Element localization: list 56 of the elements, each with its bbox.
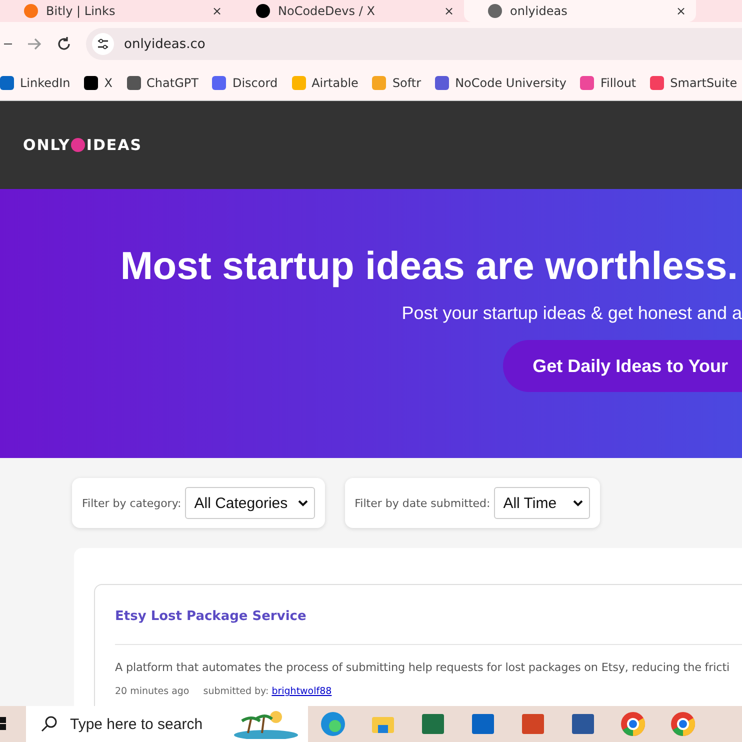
search-icon	[40, 715, 58, 733]
filter-dropdown[interactable]: All Time	[494, 487, 590, 519]
bookmark-icon	[84, 76, 98, 90]
site-icon	[488, 4, 502, 18]
close-icon[interactable]: ×	[444, 4, 454, 18]
bookmark-icon	[580, 76, 594, 90]
chevron-down-icon	[298, 500, 308, 506]
browser-tab[interactable]: onlyideas ×	[464, 0, 696, 22]
chrome-browser-icon[interactable]	[620, 711, 646, 737]
bookmark-icon	[435, 76, 450, 90]
filter-label: Filter by category:	[82, 496, 182, 510]
bookmark-icon	[0, 76, 14, 90]
close-icon[interactable]: ×	[676, 4, 686, 18]
bookmark[interactable]: LinkedIn	[0, 76, 70, 90]
mail-app-icon[interactable]	[470, 711, 496, 737]
idea-time: 20 minutes ago	[115, 686, 190, 697]
spreadsheet-app-icon[interactable]	[420, 711, 446, 737]
site-icon	[24, 4, 38, 18]
bookmark[interactable]: Discord	[212, 76, 278, 90]
filter-dropdown[interactable]: All Categories	[185, 487, 315, 519]
address-bar[interactable]: onlyideas.co	[86, 28, 742, 60]
idea-description: A platform that automates the process of submitting help requests for lost packages on Etsy, reducing the fricti	[115, 661, 731, 674]
slides-app-icon[interactable]	[520, 711, 546, 737]
filter-label: Filter by date submitted:	[354, 496, 490, 510]
bookmark[interactable]: X	[84, 76, 113, 90]
author-link[interactable]: brightwolf88	[272, 686, 332, 697]
bookmark[interactable]: ChatGPT	[126, 76, 198, 90]
browser-tab[interactable]: Bitly | Links ×	[0, 0, 232, 22]
site-logo[interactable]: ONLY IDEAS	[23, 136, 142, 154]
chevron-down-icon	[573, 500, 584, 506]
beach-island-drawing	[232, 709, 300, 739]
chrome-browser-icon[interactable]	[670, 711, 696, 737]
idea-title[interactable]: Etsy Lost Package Service	[115, 609, 742, 645]
bookmark-icon	[212, 76, 226, 90]
bookmark[interactable]: SmartSuite	[650, 76, 738, 90]
taskbar-search-field[interactable]: Type here to search	[26, 706, 308, 742]
subscribe-button[interactable]: Get Daily Ideas to Your	[502, 340, 742, 392]
edge-browser-icon[interactable]	[320, 711, 346, 737]
close-icon[interactable]: ×	[212, 4, 222, 18]
bookmark[interactable]: Airtable	[292, 76, 358, 90]
site-settings-icon[interactable]	[92, 33, 114, 55]
bookmark-icon	[650, 76, 664, 90]
hero-title: Most startup ideas are worthless.	[120, 245, 738, 289]
hero-subtitle: Post your startup ideas & get honest and a	[402, 303, 742, 324]
bookmark[interactable]: Fillout	[580, 76, 636, 90]
submitted-by-text: submitted by: brightwolf88	[203, 686, 332, 697]
bookmark[interactable]: Softr	[372, 76, 422, 90]
reload-icon[interactable]	[56, 36, 72, 52]
bookmark-icon	[372, 76, 386, 90]
bookmark-icon	[126, 76, 141, 90]
document-app-icon[interactable]	[570, 711, 596, 737]
forward-arrow-icon[interactable]	[26, 36, 42, 52]
bookmark-icon	[292, 76, 306, 90]
site-icon	[256, 4, 270, 18]
browser-tab[interactable]: NoCodeDevs / X ×	[232, 0, 464, 22]
bookmark[interactable]: NoCode University	[435, 76, 566, 90]
